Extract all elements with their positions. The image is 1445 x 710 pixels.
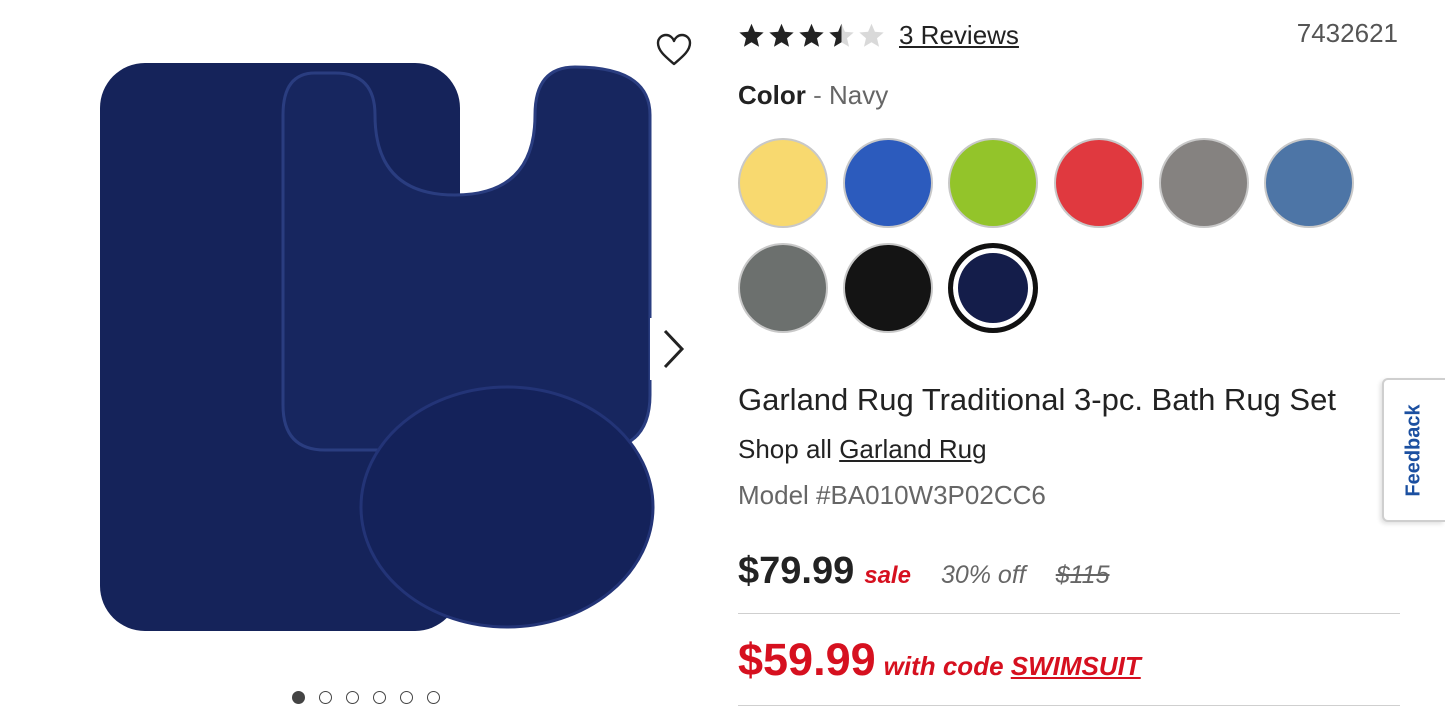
original-price: $115: [1055, 561, 1110, 589]
color-heading: Color - Navy: [738, 80, 888, 111]
feedback-label: Feedback: [1403, 403, 1426, 497]
feedback-tab[interactable]: Feedback: [1382, 378, 1445, 522]
wishlist-button[interactable]: [654, 30, 694, 70]
next-image-button[interactable]: [650, 318, 696, 380]
chevron-right-icon: [663, 329, 685, 369]
rating-summary: 3 Reviews: [738, 20, 1019, 51]
pagination-dot[interactable]: [373, 691, 386, 704]
shop-all-prefix: Shop all: [738, 434, 840, 464]
product-image[interactable]: [95, 55, 660, 640]
product-sku: 7432621: [1296, 18, 1398, 48]
promo-row: $59.99 with code SWIMSUIT: [738, 634, 1141, 686]
star-empty-icon: [859, 23, 884, 47]
promo-price: $59.99: [738, 634, 876, 685]
star-full-icon: [769, 23, 794, 47]
promo-prefix: with code: [883, 651, 1011, 681]
swatch-denim[interactable]: [1264, 138, 1354, 228]
reviews-link[interactable]: 3 Reviews: [899, 20, 1019, 51]
color-label: Color: [738, 80, 806, 110]
pagination-dot[interactable]: [292, 691, 305, 704]
pagination-dot[interactable]: [427, 691, 440, 704]
sale-label: sale: [864, 562, 911, 589]
product-title: Garland Rug Traditional 3-pc. Bath Rug S…: [738, 382, 1336, 417]
swatch-black[interactable]: [843, 243, 933, 333]
shop-all-line: Shop all Garland Rug: [738, 434, 987, 465]
discount-percent: 30% off: [940, 561, 1026, 589]
swatch-blue[interactable]: [843, 138, 933, 228]
brand-link[interactable]: Garland Rug: [839, 434, 986, 464]
swatch-red[interactable]: [1054, 138, 1144, 228]
selected-color-name: Navy: [829, 80, 889, 110]
swatch-gray[interactable]: [1159, 138, 1249, 228]
pagination-dot[interactable]: [346, 691, 359, 704]
swatch-lime[interactable]: [948, 138, 1038, 228]
product-gallery: [0, 0, 710, 710]
promo-text: with code SWIMSUIT: [884, 651, 1141, 682]
price-row: $79.99 sale 30% off $115: [738, 550, 1110, 593]
star-full-icon: [799, 23, 824, 47]
promo-code-link[interactable]: SWIMSUIT: [1011, 651, 1141, 681]
swatch-yellow[interactable]: [738, 138, 828, 228]
swatch-charcoal[interactable]: [738, 243, 828, 333]
color-separator: -: [805, 80, 829, 110]
star-half-icon: [829, 23, 854, 47]
pagination-dot[interactable]: [400, 691, 413, 704]
divider: [738, 705, 1400, 706]
model-number: Model #BA010W3P02CC6: [738, 480, 1046, 510]
swatch-navy[interactable]: [948, 243, 1038, 333]
image-pagination: [292, 691, 440, 704]
star-rating: [738, 22, 885, 49]
star-full-icon: [739, 23, 764, 47]
pagination-dot[interactable]: [319, 691, 332, 704]
divider: [738, 613, 1400, 614]
heart-outline-icon: [656, 33, 692, 66]
sale-price: $79.99: [738, 550, 855, 592]
lid-cover: [359, 385, 655, 629]
